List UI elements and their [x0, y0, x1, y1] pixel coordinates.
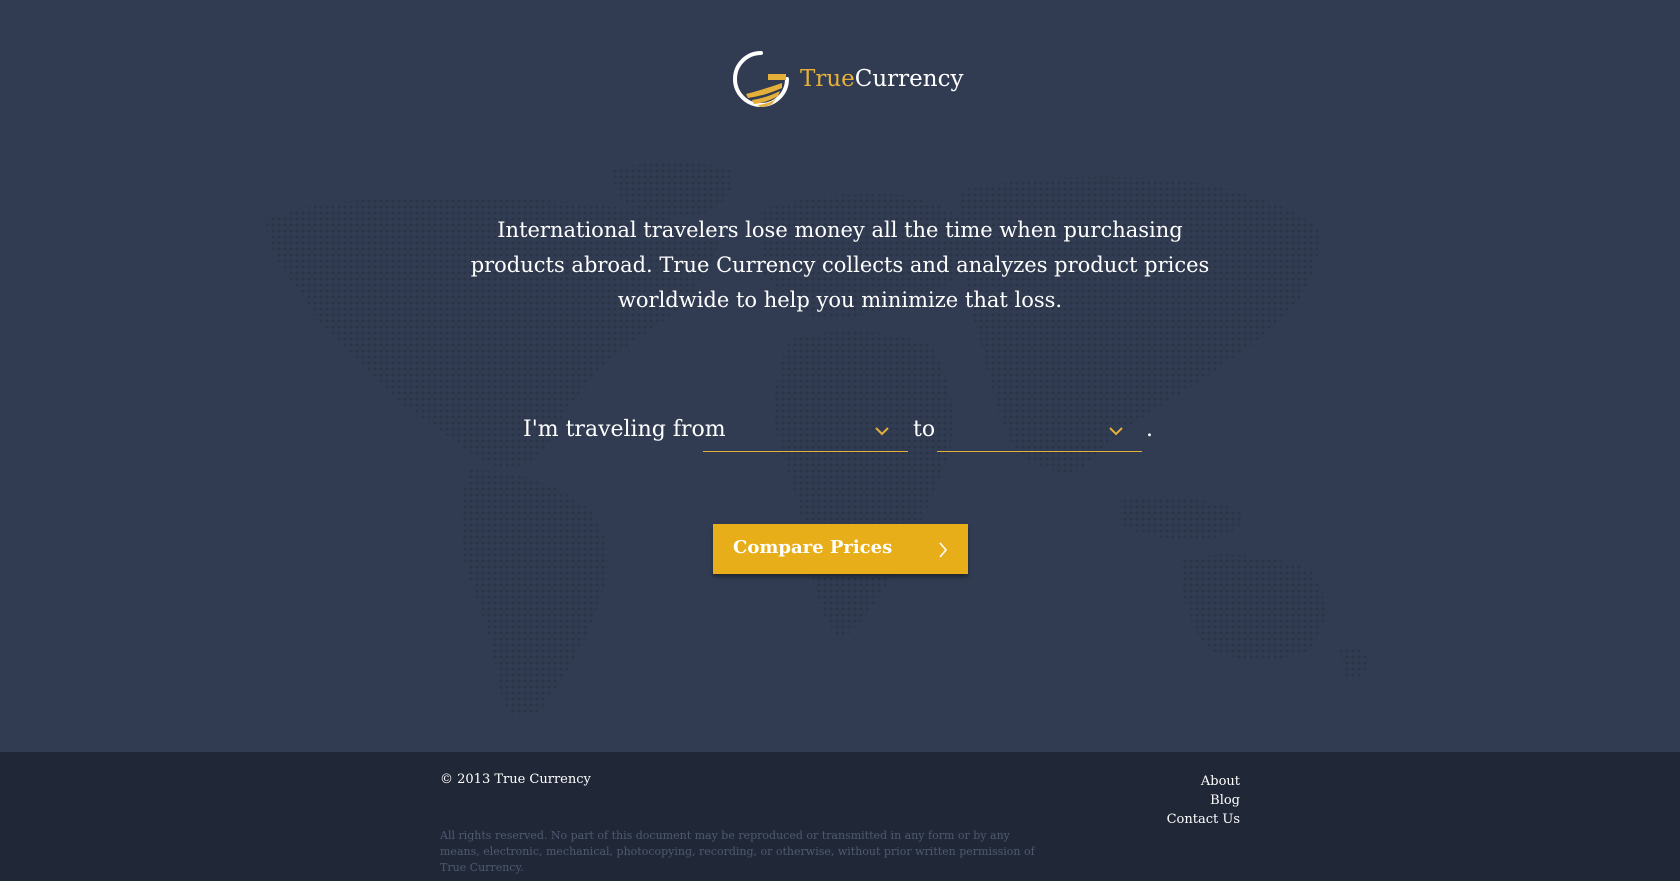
brand-logo[interactable]: TrueCurrency: [732, 50, 963, 108]
coin-swirl-logo-icon: [733, 51, 789, 107]
copyright: © 2013 True Currency: [440, 772, 591, 787]
form-suffix: .: [1146, 417, 1153, 442]
travel-form: I'm traveling from to .: [0, 405, 1680, 455]
intro-text: International travelers lose money all t…: [470, 218, 1210, 312]
brand-name-true: True: [800, 66, 855, 92]
legal-notice: All rights reserved. No part of this doc…: [440, 829, 1035, 874]
footer-links: About Blog Contact Us: [1167, 772, 1240, 829]
compare-prices-label: Compare Prices: [733, 537, 893, 558]
footer: © 2013 True Currency All rights reserved…: [0, 752, 1680, 881]
to-country-select[interactable]: [937, 413, 1142, 452]
chevron-down-icon: [875, 427, 889, 436]
footer-link-blog[interactable]: Blog: [1167, 791, 1240, 810]
chevron-right-icon: [939, 542, 948, 558]
brand-name-currency: Currency: [854, 66, 964, 92]
form-prefix: I'm traveling from: [523, 417, 726, 442]
from-country-select[interactable]: [703, 413, 908, 452]
form-connector: to: [913, 417, 936, 442]
chevron-down-icon: [1109, 427, 1123, 436]
footer-link-about[interactable]: About: [1167, 772, 1240, 791]
compare-prices-button[interactable]: Compare Prices: [713, 524, 968, 574]
brand-name: TrueCurrency: [800, 66, 963, 92]
world-map-background: [265, 162, 1370, 717]
footer-link-contact[interactable]: Contact Us: [1167, 810, 1240, 829]
landing-page: TrueCurrency International travelers los…: [0, 0, 1680, 881]
